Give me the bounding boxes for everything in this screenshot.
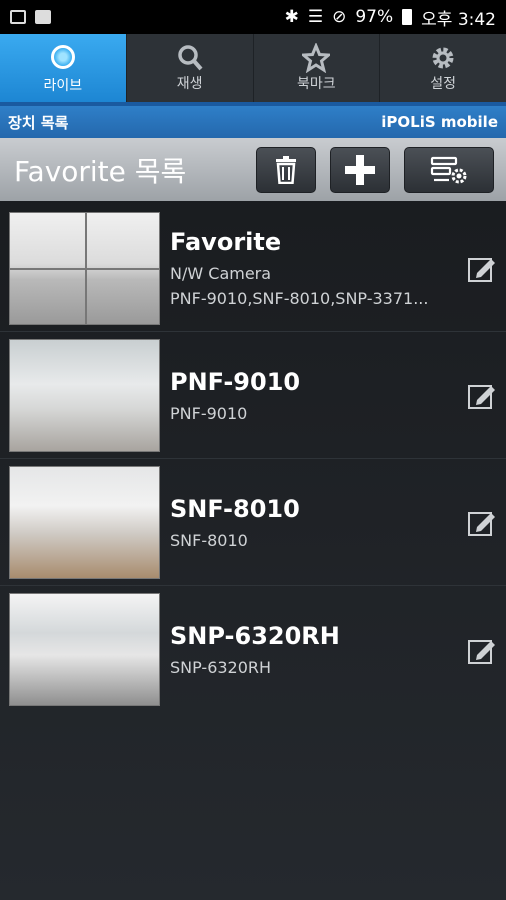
device-model: SNP-6320RH: [170, 658, 272, 677]
list-item[interactable]: SNF-8010 SNF-8010: [0, 459, 506, 586]
battery-icon: [402, 9, 413, 25]
list-item[interactable]: PNF-9010 PNF-9010: [0, 332, 506, 459]
list-header: Favorite 목록: [0, 138, 506, 201]
device-list: Favorite N/W Camera PNF-9010,SNF-8010,SN…: [0, 201, 506, 713]
edit-icon[interactable]: [467, 635, 497, 665]
device-info: SNP-6320RH SNP-6320RH: [170, 622, 459, 677]
status-right: ✱ ☰ ⊘ 97% 오후 3:42: [285, 5, 496, 30]
edit-icon[interactable]: [467, 507, 497, 537]
tab-live-label: 라이브: [43, 78, 83, 94]
camera-thumbnail: [9, 593, 160, 706]
live-icon: [50, 45, 75, 69]
tab-playback[interactable]: 재생: [127, 34, 254, 102]
search-icon: [177, 45, 203, 71]
device-members: PNF-9010,SNF-8010,SNP-3371...: [170, 289, 429, 308]
grid-divider: [10, 268, 159, 270]
gear-icon: [432, 47, 454, 69]
do-not-disturb-icon: ⊘: [332, 7, 347, 27]
store-notification-icon: [35, 10, 51, 24]
camera-thumbnail: [9, 465, 160, 579]
plus-icon: [345, 154, 375, 185]
status-left: [10, 10, 51, 24]
clock: 오후 3:42: [421, 9, 496, 30]
device-model: PNF-9010: [170, 403, 248, 423]
status-bar: ✱ ☰ ⊘ 97% 오후 3:42: [0, 0, 506, 34]
list-gear-icon: [430, 156, 467, 183]
page-title: Favorite 목록: [14, 154, 187, 188]
device-name: Favorite: [170, 228, 282, 256]
device-name: SNP-6320RH: [170, 622, 340, 650]
tab-live[interactable]: 라이브: [0, 34, 127, 102]
edit-icon[interactable]: [467, 380, 497, 410]
bluetooth-icon: ✱: [284, 7, 299, 27]
add-button[interactable]: [330, 146, 390, 193]
device-model: SNF-8010: [170, 530, 248, 550]
sub-header: 장치 목록 iPOLiS mobile: [0, 102, 506, 138]
device-name: SNF-8010: [170, 494, 300, 523]
tab-playback-label: 재생: [176, 76, 203, 92]
tab-settings-label: 설정: [430, 76, 456, 92]
edit-icon[interactable]: [467, 253, 497, 283]
device-info: Favorite N/W Camera PNF-9010,SNF-8010,SN…: [170, 228, 459, 308]
app-name: iPOLiS mobile: [381, 113, 498, 131]
star-icon: [302, 43, 331, 73]
camera-thumbnail: [9, 211, 160, 325]
device-type: N/W Camera: [170, 264, 272, 283]
list-item[interactable]: SNP-6320RH SNP-6320RH: [0, 586, 506, 713]
list-item[interactable]: Favorite N/W Camera PNF-9010,SNF-8010,SN…: [0, 205, 506, 332]
wifi-icon: ☰: [307, 7, 324, 27]
device-name: PNF-9010: [170, 367, 301, 396]
camera-thumbnail: [9, 338, 160, 452]
tab-bookmark[interactable]: 북마크: [254, 34, 381, 102]
trash-icon: [276, 155, 296, 184]
gallery-notification-icon: [10, 10, 26, 24]
device-info: PNF-9010 PNF-9010: [170, 368, 459, 423]
tab-bookmark-label: 북마크: [297, 76, 336, 92]
device-list-label: 장치 목록: [8, 113, 69, 132]
tab-settings[interactable]: 설정: [380, 34, 506, 102]
battery-percent: 97%: [355, 7, 394, 27]
device-info: SNF-8010 SNF-8010: [170, 495, 459, 550]
group-settings-button[interactable]: [404, 146, 494, 193]
tab-bar: 라이브 재생 북마크 설정: [0, 34, 506, 102]
delete-button[interactable]: [256, 146, 316, 193]
